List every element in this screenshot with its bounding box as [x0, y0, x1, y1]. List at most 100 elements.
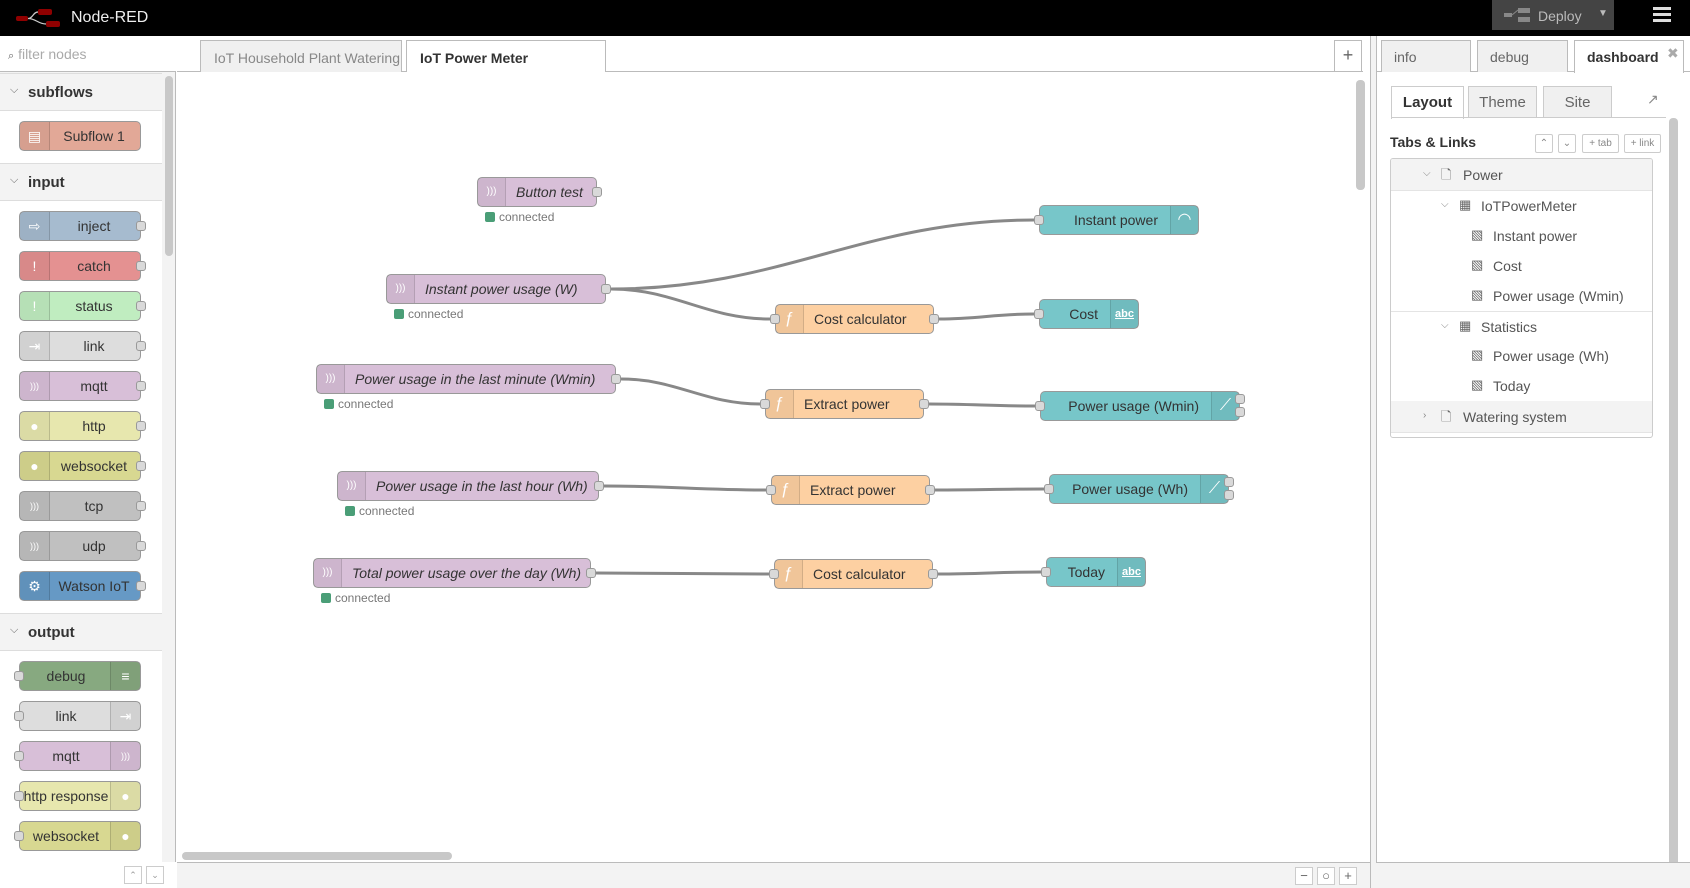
input-port[interactable]	[770, 314, 780, 324]
tree-item-group[interactable]: ⌵ ▦ Statistics	[1391, 311, 1652, 341]
flow-node-mqtt[interactable]: ))) Instant power usage (W)	[386, 274, 611, 304]
add-tab-button[interactable]: + tab	[1582, 134, 1619, 153]
chevron-right-icon[interactable]: ›	[1423, 410, 1426, 421]
palette-node-mqtt[interactable]: ))) mqtt	[19, 371, 146, 401]
main-menu-icon[interactable]	[1653, 7, 1671, 23]
canvas-horizontal-scrollbar[interactable]	[182, 852, 452, 860]
tree-item-tab[interactable]: ⌵ 🗋 Power	[1391, 159, 1652, 191]
input-port[interactable]	[766, 485, 776, 495]
palette-node-debug[interactable]: ≡ debug	[14, 661, 141, 691]
chevron-down-icon[interactable]: ⌵	[1423, 168, 1431, 179]
node-port[interactable]	[136, 581, 146, 591]
input-port[interactable]	[769, 569, 779, 579]
output-port[interactable]	[928, 569, 938, 579]
output-port[interactable]	[586, 568, 596, 578]
flow-node-mqtt[interactable]: ))) Power usage in the last minute (Wmin)	[316, 364, 621, 394]
output-port[interactable]	[1224, 490, 1234, 500]
palette-node-websocket[interactable]: ● websocket	[19, 451, 146, 481]
flow-node-chart[interactable]: ⟋ Power usage (Wmin)	[1035, 391, 1245, 421]
output-port[interactable]	[594, 481, 604, 491]
wire[interactable]	[928, 402, 1036, 408]
wire[interactable]	[620, 377, 761, 406]
tree-item-widget[interactable]: ▧ Power usage (Wh)	[1391, 341, 1652, 371]
flow-node-function[interactable]: ƒ Extract power	[766, 475, 935, 505]
palette-node-status[interactable]: ! status	[19, 291, 146, 321]
wire[interactable]	[938, 312, 1035, 321]
node-port[interactable]	[136, 221, 146, 231]
output-port[interactable]	[925, 485, 935, 495]
input-port[interactable]	[1034, 309, 1044, 319]
dashboard-tab-theme[interactable]: Theme	[1468, 86, 1537, 118]
node-port[interactable]	[136, 461, 146, 471]
flow-node-mqtt[interactable]: ))) Button test	[477, 177, 602, 207]
flow-node-text[interactable]: abc Today	[1041, 557, 1146, 587]
node-port[interactable]	[136, 301, 146, 311]
flow-node-gauge[interactable]: ◠ Instant power	[1034, 205, 1199, 235]
palette-node-http-response[interactable]: ● http response	[14, 781, 141, 811]
tree-item-group[interactable]: ⌵ ▦ IoTPowerMeter	[1391, 191, 1652, 221]
close-icon[interactable]: ✖	[1667, 45, 1679, 62]
output-port[interactable]	[611, 374, 621, 384]
wire[interactable]	[610, 218, 1035, 291]
input-port[interactable]	[1041, 567, 1051, 577]
flow-node-chart[interactable]: ⟋ Power usage (Wh)	[1044, 474, 1234, 504]
palette-scrollbar[interactable]	[165, 76, 173, 256]
sidebar-tab-debug[interactable]: debug	[1477, 40, 1568, 72]
sidebar-tab-info[interactable]: info	[1381, 40, 1471, 72]
output-port[interactable]	[1224, 477, 1234, 487]
node-port[interactable]	[136, 341, 146, 351]
node-port[interactable]	[136, 261, 146, 271]
tab-iot-power-meter[interactable]: IoT Power Meter	[406, 40, 606, 73]
node-port[interactable]	[14, 791, 24, 801]
input-port[interactable]	[760, 399, 770, 409]
palette-node-inject[interactable]: ⇨ inject	[19, 211, 146, 241]
palette-node-udp[interactable]: ))) udp	[19, 531, 146, 561]
input-port[interactable]	[1034, 215, 1044, 225]
open-dashboard-external-icon[interactable]: ↗	[1647, 91, 1659, 108]
expand-all-button[interactable]: ⌄	[1558, 134, 1576, 153]
flow-node-mqtt[interactable]: ))) Power usage in the last hour (Wh)	[337, 471, 604, 501]
output-port[interactable]	[929, 314, 939, 324]
palette-collapse-all-button[interactable]: ⌃	[124, 866, 142, 884]
tree-item-widget[interactable]: ▧ Power usage (Wmin)	[1391, 281, 1652, 311]
flow-node-mqtt[interactable]: ))) Total power usage over the day (Wh)	[313, 558, 596, 588]
input-port[interactable]	[1044, 484, 1054, 494]
tree-item-widget[interactable]: ▧ Instant power	[1391, 221, 1652, 251]
palette-node-link[interactable]: ⇥ link	[14, 701, 141, 731]
wire[interactable]	[937, 570, 1042, 576]
input-port[interactable]	[1035, 401, 1045, 411]
node-port[interactable]	[136, 421, 146, 431]
node-port[interactable]	[136, 541, 146, 551]
palette-expand-all-button[interactable]: ⌄	[146, 866, 164, 884]
tree-item-widget[interactable]: ▧ Today	[1391, 371, 1652, 401]
zoom-reset-button[interactable]: ○	[1317, 867, 1335, 885]
output-port[interactable]	[601, 284, 611, 294]
zoom-in-button[interactable]: +	[1339, 867, 1357, 885]
tree-item-tab[interactable]: › 🗋 Watering system	[1391, 401, 1652, 433]
chevron-down-icon[interactable]: ⌵	[1441, 320, 1449, 331]
deploy-dropdown-icon[interactable]: ▼	[1598, 8, 1608, 19]
flow-node-function[interactable]: ƒ Cost calculator	[770, 304, 939, 334]
sidebar-scrollbar[interactable]	[1669, 118, 1678, 873]
palette-node-http[interactable]: ● http	[19, 411, 146, 441]
canvas-vertical-scrollbar[interactable]	[1356, 80, 1365, 190]
node-port[interactable]	[14, 751, 24, 761]
palette-node-mqtt[interactable]: ))) mqtt	[14, 741, 141, 771]
node-port[interactable]	[14, 711, 24, 721]
node-port[interactable]	[136, 501, 146, 511]
flow-canvas[interactable]: ))) Button test connected))) Instant power …	[177, 72, 1363, 862]
tab-iot-household-plant-watering[interactable]: IoT Household Plant Watering	[200, 40, 402, 72]
filter-nodes-input[interactable]: ⌕ filter nodes	[0, 36, 176, 72]
add-flow-tab-button[interactable]: +	[1334, 40, 1362, 71]
node-port[interactable]	[14, 831, 24, 841]
deploy-button[interactable]: Deploy ▼	[1492, 0, 1614, 30]
palette-category-input[interactable]: ⌵ input	[0, 163, 162, 201]
wire[interactable]	[610, 287, 771, 321]
palette-node-tcp[interactable]: ))) tcp	[19, 491, 146, 521]
palette-node-link[interactable]: ⇥ link	[19, 331, 146, 361]
palette-node-watson-iot[interactable]: ⚙ Watson IoT	[19, 571, 146, 601]
dashboard-tab-site[interactable]: Site	[1543, 86, 1612, 118]
palette-category-output[interactable]: ⌵ output	[0, 613, 162, 651]
node-port[interactable]	[136, 381, 146, 391]
node-port[interactable]	[14, 671, 24, 681]
